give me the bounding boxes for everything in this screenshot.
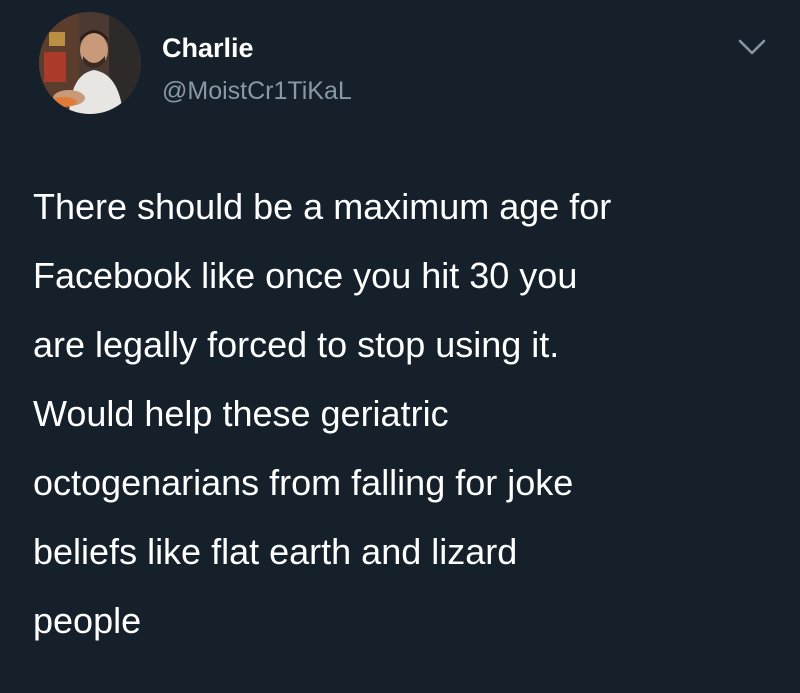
tweet-text-line: people (33, 600, 142, 641)
tweet-text: There should be a maximum age for Facebo… (33, 172, 773, 655)
tweet-text-line: octogenarians from falling for joke (33, 462, 574, 503)
avatar[interactable] (39, 12, 141, 114)
tweet-text-line: There should be a maximum age for (33, 186, 612, 227)
user-handle[interactable]: @MoistCr1TiKaL (162, 76, 352, 106)
display-name[interactable]: Charlie (162, 32, 254, 64)
profile-photo (39, 12, 141, 114)
tweet-text-line: Facebook like once you hit 30 you (33, 255, 578, 296)
tweet-text-line: Would help these geriatric (33, 393, 449, 434)
tweet-text-line: beliefs like flat earth and lizard (33, 531, 518, 572)
tweet-text-line: are legally forced to stop using it. (33, 324, 560, 365)
tweet-card: Charlie @MoistCr1TiKaL There should be a… (0, 0, 800, 693)
chevron-down-icon[interactable] (735, 34, 769, 60)
